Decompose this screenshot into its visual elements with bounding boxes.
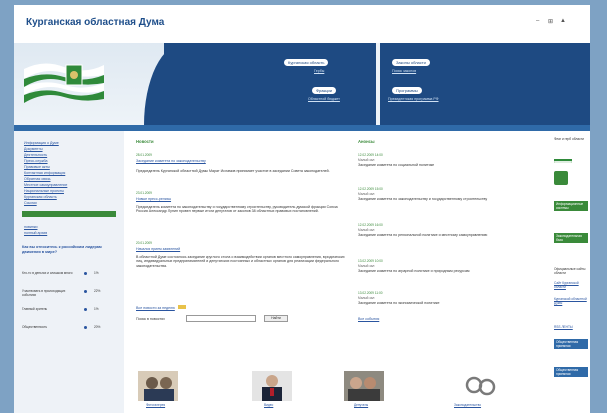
news-heading: Новости: [136, 139, 154, 144]
poll-radio-icon[interactable]: [84, 272, 87, 275]
announcement-place: Малый зал: [358, 264, 375, 268]
news-title[interactable]: Заседание комитета по законодательству: [136, 159, 346, 163]
announcement-place: Малый зал: [358, 192, 375, 196]
page: Курганская областная Дума – ⊞ ▲ Курганск…: [14, 5, 590, 413]
public-reception-button-2[interactable]: Общественная приемная: [554, 367, 588, 377]
site-title[interactable]: Курганская областная Дума: [26, 17, 164, 28]
news-date: 23.01.2009: [136, 191, 152, 195]
news-date: 28.01.2009: [136, 153, 152, 157]
sidebar-item-feedback[interactable]: Обратная связь: [24, 177, 50, 181]
announcement-date: 13.02.2009 10:00: [358, 259, 383, 263]
banner-pill-region[interactable]: Курганская область: [284, 59, 329, 66]
announcement-date: 12.02.2009 16:00: [358, 223, 383, 227]
announcement-date: 13.02.2009 11:00: [358, 291, 383, 295]
news-title[interactable]: Начался прием заявлений: [136, 247, 346, 251]
sidebar-item-about[interactable]: Информация о Думе: [24, 141, 59, 145]
deputies-thumbnail[interactable]: [344, 371, 384, 401]
all-events-link[interactable]: Все события: [358, 317, 379, 321]
poll-percent: 1%: [94, 307, 99, 311]
announcement-text[interactable]: Заседание комитета по региональной полит…: [358, 233, 543, 237]
duma-site-link[interactable]: Курганской областной Думы: [554, 297, 590, 305]
banner: Курганская область Гербы Законы области …: [14, 43, 590, 125]
info-systems-button[interactable]: Информационные системы: [554, 201, 588, 211]
poll-percent: 1%: [94, 271, 99, 275]
announcement-text[interactable]: Заседание комитета по законодательству и…: [358, 197, 543, 201]
kurgan-flag-icon: [24, 63, 104, 103]
poll-question: Общественность: [22, 325, 48, 329]
legislation-thumbnail[interactable]: [460, 371, 500, 401]
sidebar-link-archive[interactable]: полный архив: [24, 231, 47, 235]
poll-question: Главный зритель: [22, 307, 48, 311]
sidebar: Информация о Думе Документы Деятельность…: [14, 131, 124, 413]
announcement-date: 12.02.2009 15:00: [358, 187, 383, 191]
maximize-icon[interactable]: ⊞: [548, 18, 553, 25]
banner-pill-factions[interactable]: Фракции: [312, 87, 336, 94]
banner-link-president-program[interactable]: Президентская программа РФ: [388, 97, 439, 101]
announcement-place: Малый зал: [358, 228, 375, 232]
sidebar-section-head: [22, 211, 116, 217]
news-text: Председатель комитета по законодательств…: [136, 205, 338, 214]
thumb-caption-gallery[interactable]: Фотогалерея: [146, 403, 165, 407]
all-events-text[interactable]: Все события: [358, 317, 379, 321]
banner-light-area: [14, 43, 164, 125]
news-search-label: Поиск в новостях: [136, 317, 165, 321]
poll-percent: 20%: [94, 325, 101, 329]
legal-base-button[interactable]: Законодательная база: [554, 233, 588, 243]
poll-question: Участвовать в происходящих событиях: [22, 289, 66, 297]
poll-radio-icon[interactable]: [84, 308, 87, 311]
sidebar-item-links[interactable]: Ссылки: [24, 201, 37, 205]
news-text: Председатель Курганской областной Думы М…: [136, 169, 330, 173]
banner-pill-programs[interactable]: Программы: [392, 87, 422, 94]
poll-radio-icon[interactable]: [84, 290, 87, 293]
official-sites-label: Официальные сайты области: [554, 267, 586, 275]
header: Курганская областная Дума – ⊞ ▲: [14, 5, 590, 43]
sidebar-item-press[interactable]: Пресс-служба: [24, 159, 48, 163]
news-title[interactable]: Новые пресс-релизы: [136, 197, 346, 201]
news-search-input[interactable]: [186, 315, 256, 322]
emblem-icon[interactable]: [554, 171, 568, 185]
announcement-text[interactable]: Заседание комитета по аграрной политике …: [358, 269, 543, 273]
public-reception-button[interactable]: Общественная приемная: [554, 339, 588, 349]
poll-question: Кто-то в деньгах и слишком много: [22, 271, 73, 275]
mini-flag-icon[interactable]: [554, 159, 572, 163]
sidebar-item-local-gov[interactable]: Местное самоуправление: [24, 183, 67, 187]
announcement-text[interactable]: Заседание комитета по экономической поли…: [358, 301, 543, 305]
sidebar-item-contacts[interactable]: Контактная информация: [24, 171, 65, 175]
sidebar-item-region[interactable]: Курганская область: [24, 195, 57, 199]
sidebar-link-new[interactable]: новинки: [24, 225, 37, 229]
poll-radio-icon[interactable]: [84, 326, 87, 329]
poll-title: Как вы относитесь к российским лидерам д…: [22, 245, 102, 254]
up-icon[interactable]: ▲: [560, 18, 566, 24]
sidebar-item-activity[interactable]: Деятельность: [24, 153, 47, 157]
sidebar-item-projects[interactable]: Национальные проекты: [24, 189, 64, 193]
announcement-date: 12.02.2009 14:00: [358, 153, 383, 157]
thumb-caption-video[interactable]: Видео: [264, 403, 273, 407]
thumb-caption-deputies[interactable]: Депутаты: [354, 403, 368, 407]
region-site-link[interactable]: Сайт Курганской области: [554, 281, 590, 289]
announcement-place: Малый зал: [358, 158, 375, 162]
all-news-link[interactable]: Все новости за неделю: [136, 305, 186, 310]
banner-link-coats[interactable]: Гербы: [314, 69, 324, 73]
sidebar-item-documents[interactable]: Документы: [24, 147, 43, 151]
poll-percent: 22%: [94, 289, 101, 293]
sidebar-item-legal[interactable]: Правовые акты: [24, 165, 50, 169]
minimize-icon[interactable]: –: [536, 18, 539, 24]
thumb-caption-legislation[interactable]: Законодательство: [454, 403, 481, 407]
banner-link-budget[interactable]: Областной бюджет: [308, 97, 340, 101]
banner-link-law-search[interactable]: Поиск законов: [392, 69, 416, 73]
video-thumbnail[interactable]: [252, 371, 292, 401]
news-date: 20.01.2009: [136, 241, 152, 245]
photo-gallery-thumbnail[interactable]: [138, 371, 178, 401]
announcement-text[interactable]: Заседание комитета по социальной политик…: [358, 163, 543, 167]
rss-feeds-link[interactable]: RSS ЛЕНТЫ: [554, 325, 590, 329]
announcement-place: Малый зал: [358, 296, 375, 300]
all-news-text[interactable]: Все новости за неделю: [136, 306, 175, 310]
announcements-heading: Анонсы: [358, 139, 375, 144]
news-search-button[interactable]: Найти: [264, 315, 288, 322]
news-text: В областной Думе состоялось заседание кр…: [136, 255, 345, 268]
banner-pill-laws[interactable]: Законы области: [392, 59, 430, 66]
banner-divider: [376, 43, 380, 125]
flag-emblem-label: Флаг и герб области: [554, 137, 584, 141]
rss-icon[interactable]: [177, 305, 186, 309]
